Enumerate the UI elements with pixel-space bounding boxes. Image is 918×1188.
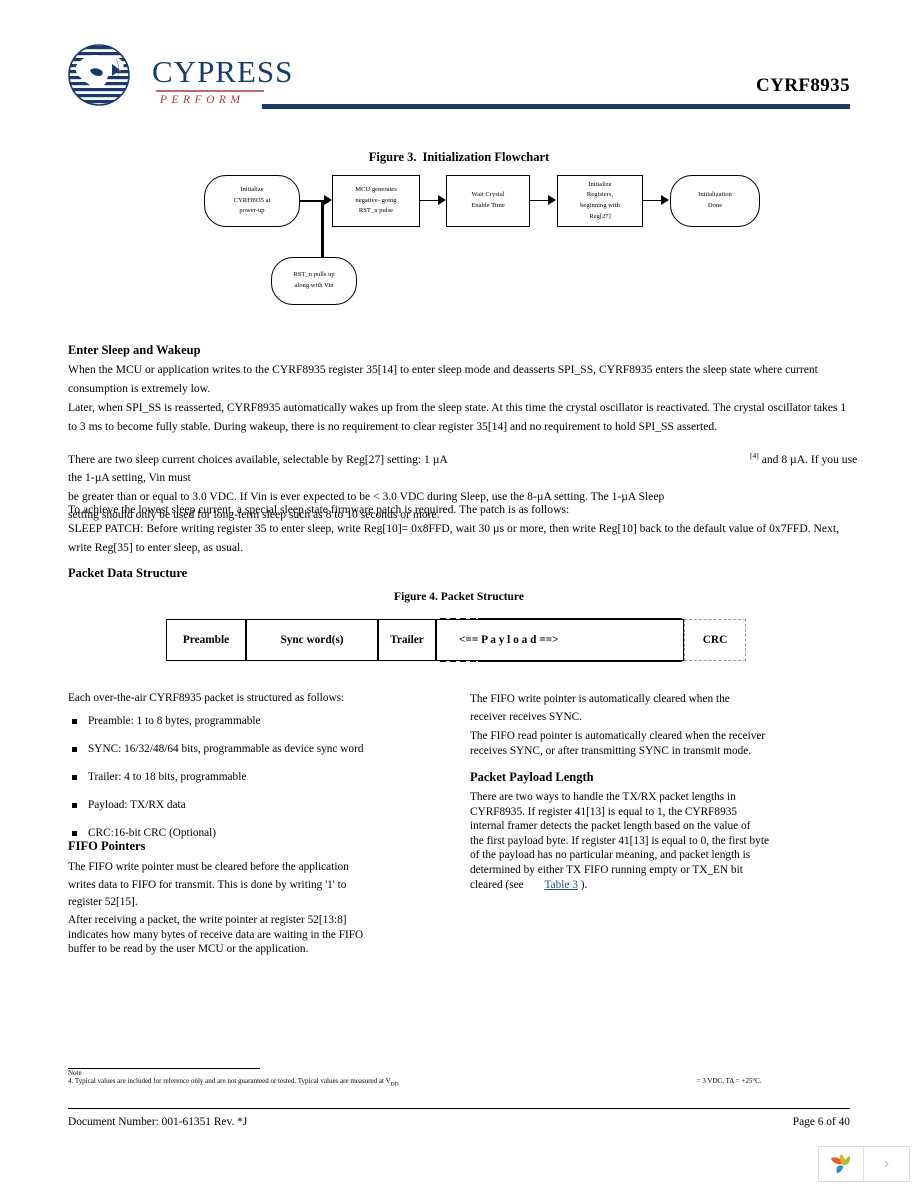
table3-cross-reference-link[interactable]: Table 3 bbox=[544, 879, 577, 891]
payload-top-dashes-left bbox=[440, 618, 476, 620]
right-p2-line1: The FIFO read pointer is automatically c… bbox=[470, 730, 766, 742]
cypress-globe-icon bbox=[68, 44, 130, 106]
packet-cell-preamble: Preamble bbox=[166, 619, 246, 661]
right-p3-line4: the first payload byte. If register 41[1… bbox=[470, 834, 769, 847]
section-heading-packet-data-structure: Packet Data Structure bbox=[68, 566, 188, 580]
logo-divider bbox=[156, 90, 264, 92]
page-header: CYPRESS PERFORM CYRF8935 bbox=[0, 0, 918, 125]
section-heading-fifo-pointers: FIFO Pointers bbox=[68, 839, 146, 853]
footer-divider bbox=[68, 1108, 850, 1109]
paragraph-read-pointer-cleared: The FIFO read pointer is automatically c… bbox=[470, 729, 865, 758]
right-p3-line6: determined by either TX FIFO running emp… bbox=[470, 863, 743, 876]
paragraph-fifo-write-pointer: The FIFO write pointer must be cleared b… bbox=[68, 859, 468, 912]
fifo-p1-line2: writes data to FIFO for transmit. This i… bbox=[68, 878, 347, 891]
cypress-wordmark: CYPRESS bbox=[152, 54, 294, 89]
page-indicator: Page 6 of 40 bbox=[792, 1116, 850, 1128]
payload-bottom-dashes-left bbox=[440, 660, 476, 662]
sleep-current-text-a: There are two sleep current choices avai… bbox=[68, 452, 448, 466]
paragraph-sleep-entry: When the MCU or application writes to th… bbox=[68, 363, 818, 395]
right-p1-line1: The FIFO write pointer is automatically … bbox=[470, 693, 730, 705]
paragraph-sleep-patch: SLEEP PATCH: Before writing register 35 … bbox=[68, 522, 839, 554]
footnote-divider bbox=[68, 1068, 260, 1069]
packet-structure-intro: Each over-the-air CYRF8935 packet is str… bbox=[68, 692, 345, 704]
packet-cell-trailer: Trailer bbox=[378, 619, 436, 661]
packet-cell-sync-word: Sync word(s) bbox=[246, 619, 378, 661]
right-p3-line7-end: ). bbox=[580, 878, 588, 891]
fifo-p1-line1: The FIFO write pointer must be cleared b… bbox=[68, 861, 349, 873]
right-p1-line2: receiver receives SYNC. bbox=[470, 711, 582, 723]
right-p3-line1: There are two ways to handle the TX/RX p… bbox=[470, 791, 736, 803]
fifo-p1-line3: register 52[15]. bbox=[68, 896, 138, 908]
packet-field-list: Preamble: 1 to 8 bytes, programmable SYN… bbox=[68, 713, 468, 853]
part-number: CYRF8935 bbox=[756, 75, 850, 96]
figure4-caption: Figure 4. Packet Structure bbox=[0, 591, 918, 603]
cypress-leaf-icon[interactable] bbox=[819, 1147, 865, 1181]
footnote-text-b: = 3 VDC, TA = +25°C. bbox=[696, 1077, 762, 1085]
paragraph-payload-length: There are two ways to handle the TX/RX p… bbox=[470, 790, 870, 892]
paragraph-write-pointer-cleared: The FIFO write pointer is automatically … bbox=[470, 690, 860, 726]
footnote-label: Note bbox=[68, 1069, 82, 1077]
payload-top-solid bbox=[478, 618, 682, 620]
footnote-subscript: DD bbox=[390, 1081, 399, 1088]
figure4-number: Figure 4. bbox=[394, 591, 438, 603]
list-item: Payload: TX/RX data bbox=[68, 797, 468, 813]
list-item: Trailer: 4 to 18 bits, programmable bbox=[68, 769, 468, 785]
viewer-toolbar[interactable]: › bbox=[818, 1146, 910, 1182]
section-heading-enter-sleep: Enter Sleep and Wakeup bbox=[68, 343, 201, 357]
figure3-number: Figure 3. bbox=[368, 150, 417, 164]
right-p2-line2: receives SYNC, or after transmitting SYN… bbox=[470, 744, 752, 757]
paragraph-firmware-patch-intro: To achieve the lowest sleep current, a s… bbox=[68, 503, 570, 516]
fifo-p2-line1: After receiving a packet, the write poin… bbox=[68, 914, 347, 926]
packet-structure-diagram: Preamble Sync word(s) Trailer <== P a y … bbox=[166, 618, 746, 662]
flow-arrow-to-mcu bbox=[324, 195, 332, 205]
figure3-title: Initialization Flowchart bbox=[422, 150, 550, 164]
section-heading-packet-payload-length: Packet Payload Length bbox=[470, 770, 594, 784]
right-p3-line2: CYRF8935. If register 41[13] is equal to… bbox=[470, 805, 738, 818]
right-p3-line7: cleared (see bbox=[470, 878, 524, 891]
footnote-text: 4. Typical values are included for refer… bbox=[68, 1077, 858, 1087]
right-p3-line5: of the payload has no particular meaning… bbox=[470, 849, 751, 862]
footnote-marker-4: [4] bbox=[750, 451, 759, 460]
list-item: Preamble: 1 to 8 bytes, programmable bbox=[68, 713, 468, 729]
packet-cell-payload: <== P a y l o a d ==> bbox=[436, 619, 684, 661]
flow-node-rstn-pulls-up: RST_n pulls up along with Vin bbox=[271, 257, 357, 305]
flow-node-wait-crystal: Wait Crystal Enable Time bbox=[446, 175, 530, 227]
packet-cell-crc: CRC bbox=[684, 619, 746, 661]
flow-node-initialization-done: Initialization Done bbox=[670, 175, 760, 227]
fifo-p2-line3: buffer to be read by the user MCU or the… bbox=[68, 943, 309, 956]
document-number: Document Number: 001-61351 Rev. *J bbox=[68, 1116, 248, 1128]
chevron-right-icon: › bbox=[883, 1155, 890, 1172]
header-divider bbox=[262, 104, 850, 109]
cypress-logo: CYPRESS PERFORM bbox=[68, 44, 292, 110]
next-page-button[interactable]: › bbox=[864, 1147, 909, 1181]
right-p3-line3: internal framer detects the packet lengt… bbox=[470, 820, 751, 833]
paragraph-fifo-receive: After receiving a packet, the write poin… bbox=[68, 913, 468, 957]
flow-node-initialize-registers: Initialize Registers, beginning with Reg… bbox=[557, 175, 643, 227]
figure3-caption: Figure 3. Initialization Flowchart bbox=[0, 150, 918, 165]
paragraph-sleep-wakeup: Later, when SPI_SS is reasserted, CYRF89… bbox=[68, 401, 847, 433]
flow-arrow-to-initregs bbox=[548, 195, 556, 205]
list-item: SYNC: 16/32/48/64 bits, programmable as … bbox=[68, 741, 468, 757]
flow-arrow-to-wait bbox=[438, 195, 446, 205]
flow-arrow-to-done bbox=[661, 195, 669, 205]
fifo-p2-line2: indicates how many bytes of receive data… bbox=[68, 928, 364, 941]
figure4-title: Packet Structure bbox=[440, 591, 524, 603]
payload-bottom-solid bbox=[478, 660, 682, 662]
footnote-text-a: 4. Typical values are included for refer… bbox=[68, 1077, 391, 1085]
cypress-tagline: PERFORM bbox=[160, 94, 245, 106]
initialization-flowchart: Initialize CYRF8935 at power-up MCU gene… bbox=[0, 168, 918, 318]
flow-node-mcu-generates-pulse: MCU generates negative- going RST_n puls… bbox=[332, 175, 420, 227]
flow-node-start: Initialize CYRF8935 at power-up bbox=[204, 175, 300, 227]
